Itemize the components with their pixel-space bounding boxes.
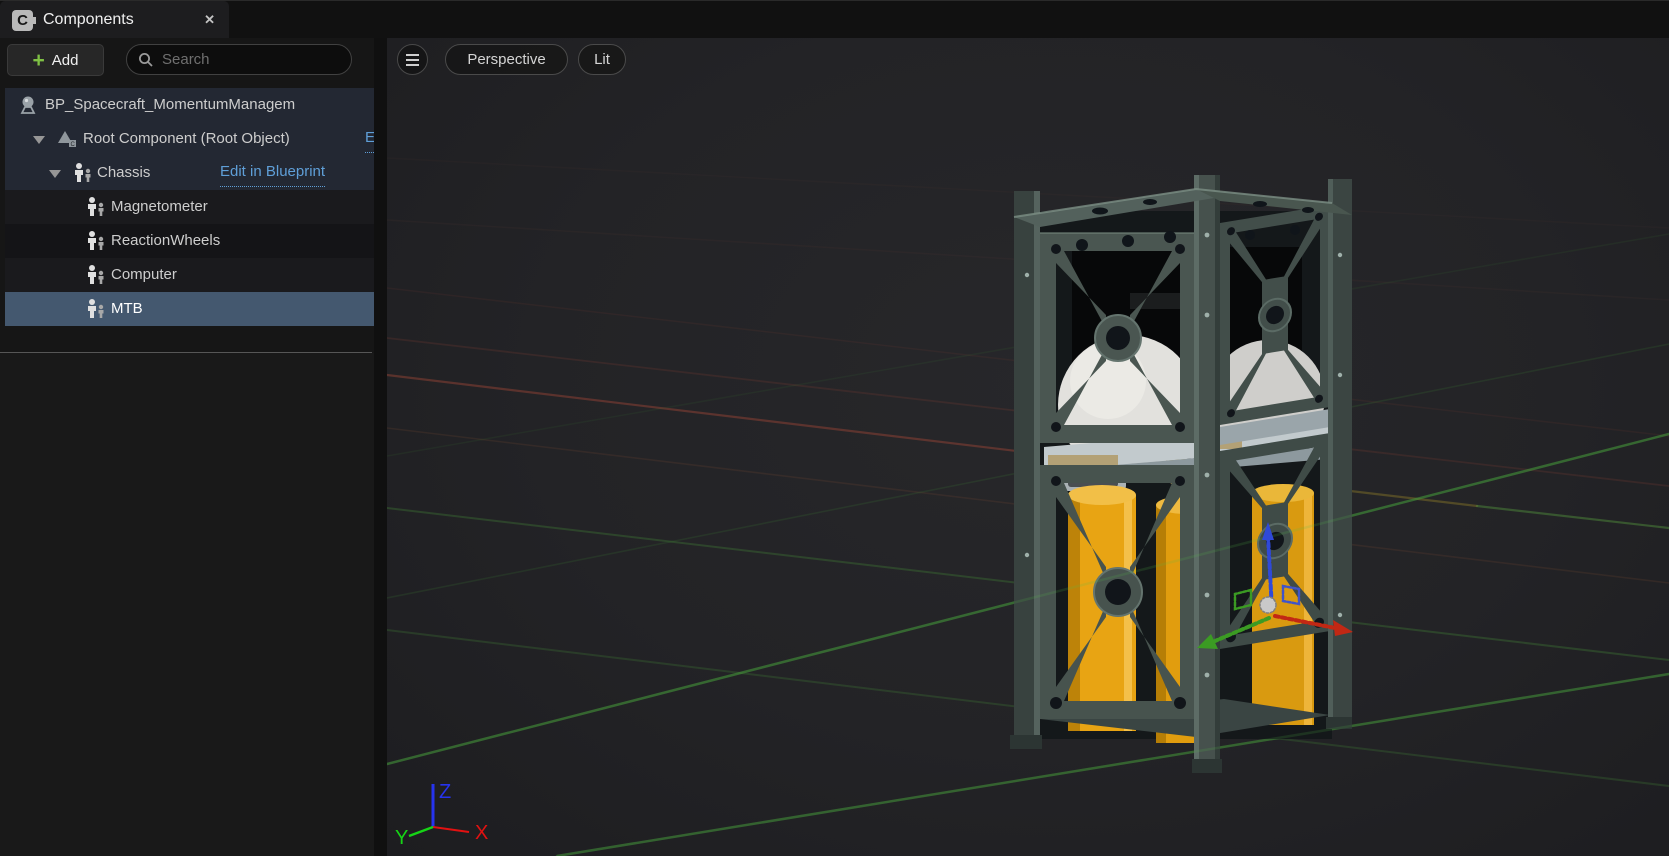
tree-row-computer[interactable]: Computer — [5, 258, 374, 292]
components-tab-title: Components — [43, 11, 134, 29]
static-mesh-icon — [71, 162, 95, 184]
unreal-editor-window: C Components ✕ Viewport ✕ + Add BP_Space… — [0, 0, 1669, 856]
spacecraft-model[interactable] — [1010, 175, 1352, 773]
actor-icon — [17, 94, 41, 116]
static-mesh-icon — [84, 196, 108, 218]
viewport-canvas[interactable]: Z X Y — [387, 38, 1669, 856]
perspective-mode-button[interactable]: Perspective — [445, 44, 568, 75]
tab-components[interactable]: C Components ✕ — [0, 1, 229, 39]
edit-in-blueprint-link[interactable]: Edit in Blueprint — [365, 122, 374, 153]
panel-splitter[interactable] — [374, 38, 387, 856]
tree-row-root-component[interactable]: C Root Component (Root Object) Edit in B… — [5, 122, 374, 156]
svg-text:C: C — [71, 142, 76, 148]
tree-row-magnetometer[interactable]: Magnetometer — [5, 190, 374, 224]
panel-empty-area — [0, 353, 374, 856]
tree-row-bp-root[interactable]: BP_Spacecraft_MomentumManagem — [5, 88, 374, 122]
viewport-options-button[interactable] — [397, 44, 428, 75]
components-tab-icon: C — [12, 10, 33, 31]
y-axis-label: Y — [395, 827, 408, 849]
search-icon — [138, 52, 154, 68]
tab-bar: C Components ✕ Viewport ✕ — [0, 0, 1669, 38]
tree-row-chassis[interactable]: Chassis Edit in Blueprint — [5, 156, 374, 190]
static-mesh-icon — [84, 230, 108, 252]
hamburger-icon — [406, 54, 419, 56]
scene-component-icon: C — [55, 128, 79, 150]
x-axis-label: X — [475, 822, 488, 844]
plus-icon: + — [33, 50, 45, 71]
orientation-axes: Z X Y — [395, 781, 488, 849]
components-panel: + Add BP_Spacecraft_MomentumManagem C Ro… — [0, 38, 374, 856]
viewport-3d-area[interactable]: Z X Y Perspective Lit — [387, 38, 1669, 856]
components-tab-close-icon[interactable]: ✕ — [204, 12, 215, 28]
component-search-box[interactable] — [126, 44, 352, 75]
component-tree: BP_Spacecraft_MomentumManagem C Root Com… — [0, 88, 374, 326]
expander-arrow-icon[interactable] — [33, 136, 45, 144]
expander-arrow-icon[interactable] — [49, 170, 61, 178]
edit-in-blueprint-link[interactable]: Edit in Blueprint — [220, 156, 325, 187]
static-mesh-icon — [84, 264, 108, 286]
lit-mode-button[interactable]: Lit — [578, 44, 626, 75]
viewport-toolbar: Perspective Lit — [387, 38, 1669, 82]
tree-row-mtb[interactable]: MTB — [5, 292, 374, 326]
add-component-button[interactable]: + Add — [7, 44, 104, 76]
search-input[interactable] — [162, 51, 322, 68]
static-mesh-icon — [84, 298, 108, 320]
z-axis-label: Z — [439, 781, 451, 803]
tree-row-reactionwheels[interactable]: ReactionWheels — [5, 224, 374, 258]
